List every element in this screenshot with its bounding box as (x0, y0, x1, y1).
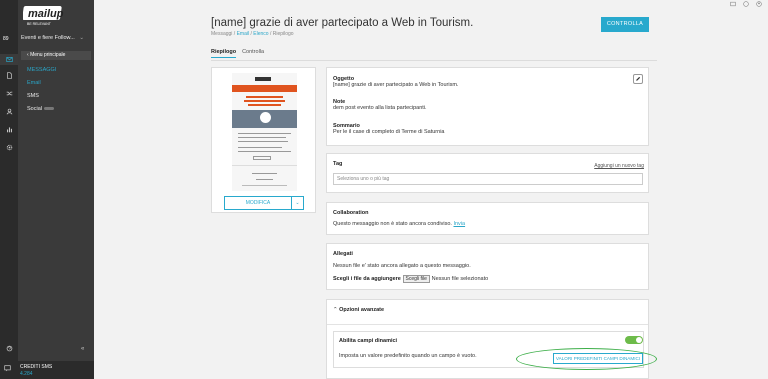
tab-riepilogo[interactable]: Riepilogo (211, 49, 237, 58)
help-icon[interactable] (0, 343, 18, 354)
menu-panel: mailup BE RELEVANT Eventi e fiere Follow… (18, 0, 94, 379)
email-nav-icon[interactable] (0, 54, 18, 65)
invia-link[interactable]: Invia (453, 221, 465, 227)
pencil-icon[interactable] (633, 74, 643, 84)
sms-credits: CREDITI SMS 4.284 (0, 361, 94, 379)
mail-icon[interactable] (730, 1, 736, 7)
top-utilities (730, 1, 762, 7)
controlla-button[interactable]: CONTROLLA (601, 17, 649, 32)
menu-item-social[interactable]: Social (27, 106, 56, 112)
notes-value: dem post evento alla lista partecipanti. (333, 105, 427, 111)
attachments-card: Allegati Nessun file e' stato ancora all… (326, 243, 649, 290)
breadcrumb-riepilogo: Riepilogo (272, 31, 294, 37)
choose-files-label: Scegli i file da aggiungere (333, 276, 401, 282)
account-name: Eventi e fiere Follow... (21, 35, 75, 41)
mailup-logo[interactable]: mailup BE RELEVANT (23, 5, 79, 27)
modifica-label: MODIFICA (245, 200, 271, 206)
users-nav-icon[interactable] (0, 106, 18, 117)
collaboration-label: Collaboration (333, 210, 369, 216)
menu-item-email[interactable]: Email (27, 80, 56, 86)
breadcrumb-email[interactable]: Email (237, 31, 250, 37)
breadcrumb-elenco[interactable]: Elenco (253, 31, 268, 37)
email-thumbnail[interactable] (232, 73, 297, 191)
settings-nav-icon[interactable] (0, 142, 18, 153)
advanced-options-header: Opzioni avanzate (339, 307, 385, 313)
collapse-sidebar-icon[interactable]: « (81, 346, 91, 354)
collaboration-text: Questo messaggio non è stato ancora cond… (333, 221, 465, 227)
menu-back-button[interactable]: ‹ Menu principale (21, 51, 91, 60)
attachments-label: Allegati (333, 251, 353, 257)
shuffle-nav-icon[interactable] (0, 88, 18, 99)
collaboration-status: Questo messaggio non è stato ancora cond… (333, 221, 452, 227)
summary-card: Oggetto [name] grazie di aver partecipat… (326, 67, 649, 146)
dynamic-fields-label: Abilita campi dinamici (339, 338, 398, 344)
account-number: 89 (3, 36, 9, 42)
advanced-options-toggle[interactable]: ⌃ Opzioni avanzate (333, 307, 384, 313)
breadcrumb: Messaggi / Email / Elenco / Riepilogo (211, 31, 294, 37)
svg-text:mailup: mailup (28, 8, 64, 20)
chevron-down-icon: ⌄ (79, 35, 84, 41)
chevron-down-icon[interactable]: ⌄ (291, 197, 303, 209)
account-selector[interactable]: Eventi e fiere Follow... ⌄ (21, 35, 84, 41)
summary-value: Per le il case di completo di Terme di S… (333, 129, 445, 135)
email-preview-card: MODIFICA ⌄ (211, 67, 316, 213)
modifica-button[interactable]: MODIFICA ⌄ (224, 196, 304, 210)
document-nav-icon[interactable] (0, 70, 18, 81)
help-circle-icon[interactable] (743, 1, 749, 7)
collaboration-card: Collaboration Questo messaggio non è sta… (326, 202, 649, 235)
choose-file-button[interactable]: Scegli file (402, 275, 430, 283)
sms-credits-label: CREDITI SMS (20, 364, 53, 370)
stats-nav-icon[interactable] (0, 124, 18, 135)
subject-value: [name] grazie di aver partecipato a Web … (333, 82, 459, 88)
breadcrumb-messaggi[interactable]: Messaggi (211, 31, 232, 37)
no-file-text: Nessun file selezionato (431, 276, 489, 282)
page-title: [name] grazie di aver partecipato a Web … (211, 17, 474, 29)
menu-section-head: MESSAGGI (27, 67, 57, 73)
sms-credits-value: 4.284 (20, 371, 33, 377)
svg-text:BE RELEVANT: BE RELEVANT (27, 22, 52, 26)
dynamic-fields-desc: Imposta un valore predefinito quando un … (339, 353, 477, 359)
file-chooser: Scegli i file da aggiungere Scegli file … (333, 275, 488, 283)
menu-list: MESSAGGI Email SMS Social (27, 67, 56, 119)
add-tag-link[interactable]: Aggiungi un nuovo tag (594, 163, 644, 169)
tag-label: Tag (333, 161, 343, 167)
tabs: Riepilogo Controlla (211, 49, 264, 58)
menu-back-label: Menu principale (30, 52, 66, 58)
beta-badge (43, 107, 54, 111)
icon-rail: 89 (0, 0, 18, 379)
menu-item-social-label: Social (27, 106, 42, 112)
highlight-oval (516, 348, 657, 370)
dynamic-fields-toggle[interactable] (625, 336, 643, 344)
tag-input[interactable]: Seleziona uno o più tag (333, 173, 643, 185)
attachments-text: Nessun file e' stato ancora allegato a q… (333, 263, 471, 269)
user-icon[interactable] (756, 1, 762, 7)
tab-controlla[interactable]: Controlla (242, 49, 264, 58)
divider (327, 324, 648, 325)
tag-card: Tag Aggiungi un nuovo tag Seleziona uno … (326, 153, 649, 193)
chat-icon (4, 365, 11, 372)
menu-item-sms[interactable]: SMS (27, 93, 56, 99)
divider (211, 60, 657, 61)
